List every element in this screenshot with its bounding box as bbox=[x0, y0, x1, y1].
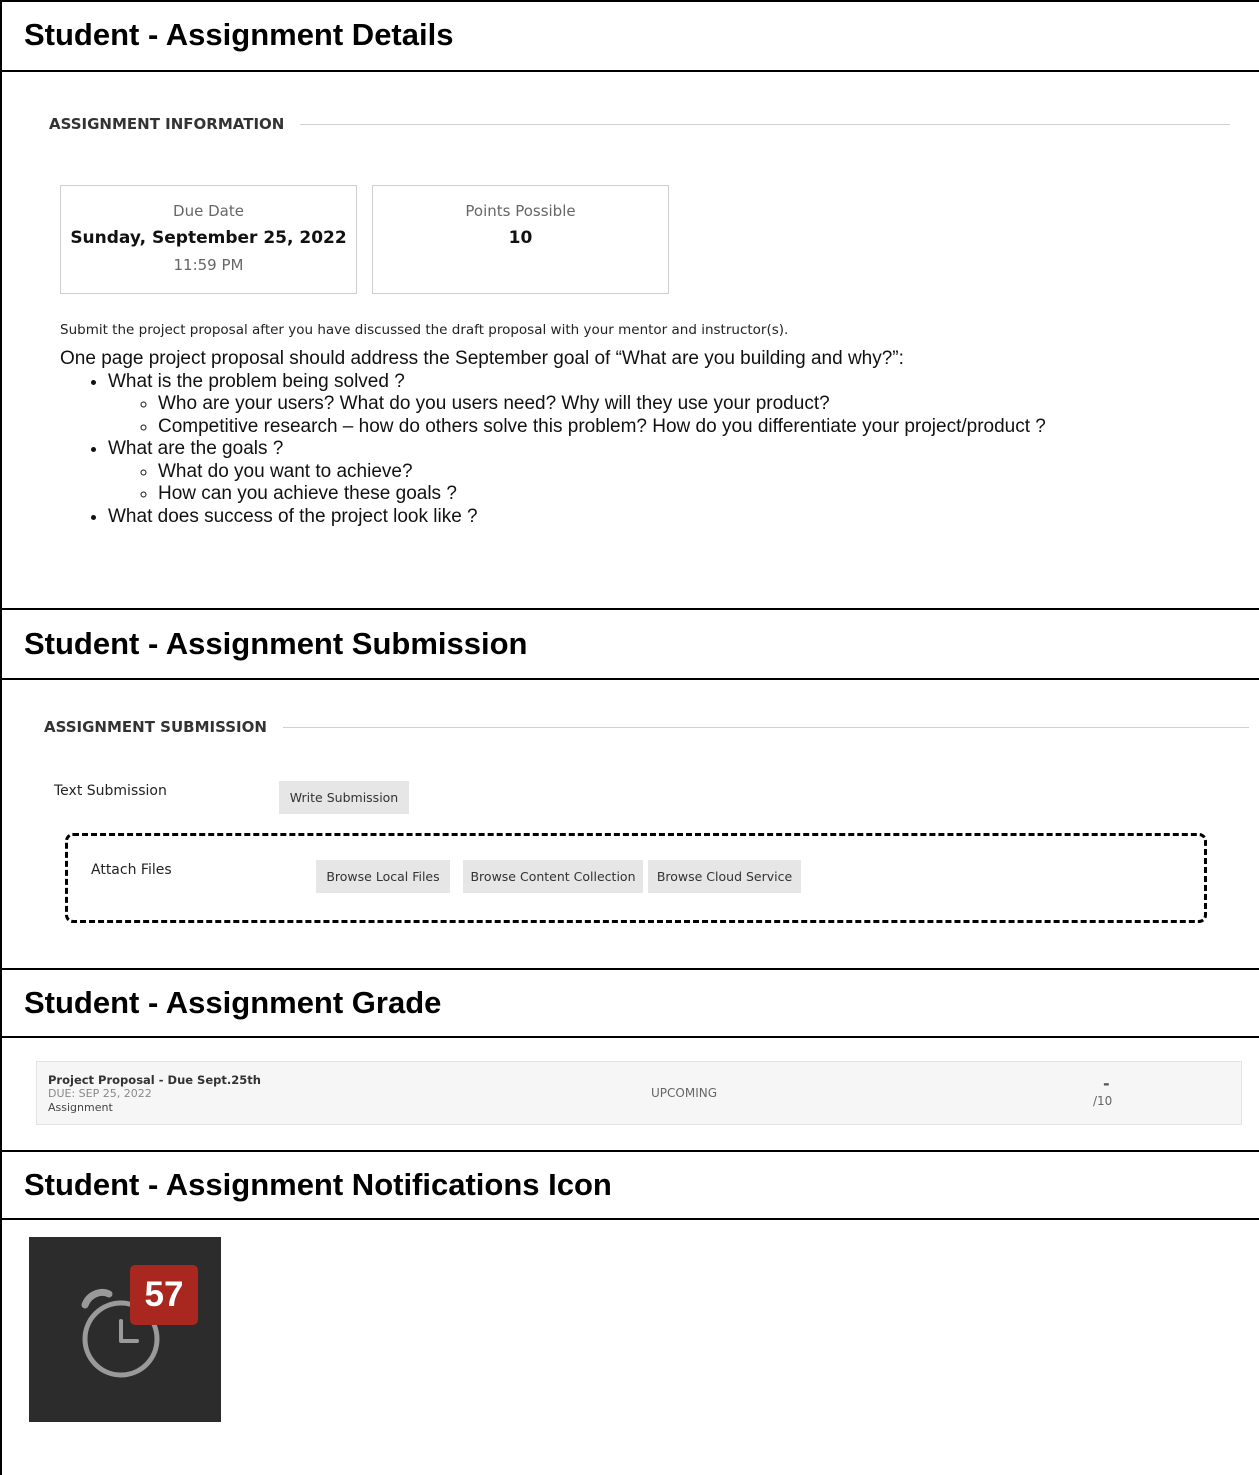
list-item: Competitive research – how do others sol… bbox=[158, 416, 1046, 439]
grade-out-of: /10 bbox=[1093, 1094, 1113, 1108]
assignment-name[interactable]: Project Proposal - Due Sept.25th bbox=[48, 1073, 261, 1087]
points-possible-card: Points Possible 10 bbox=[372, 185, 669, 294]
proposal-bullets: What is the problem being solved ? Who a… bbox=[108, 371, 1046, 529]
write-submission-button[interactable]: Write Submission bbox=[279, 781, 409, 814]
browse-cloud-service-button[interactable]: Browse Cloud Service bbox=[648, 860, 801, 893]
points-value: 10 bbox=[508, 228, 533, 248]
browse-content-collection-button[interactable]: Browse Content Collection bbox=[463, 860, 643, 893]
section-title-grade: Student - Assignment Grade bbox=[0, 968, 1259, 1038]
attach-files-label: Attach Files bbox=[91, 862, 172, 878]
notification-count-badge: 57 bbox=[130, 1265, 198, 1325]
section-title-submission: Student - Assignment Submission bbox=[0, 608, 1259, 680]
heading-rule bbox=[282, 726, 1249, 728]
assignment-due: DUE: SEP 25, 2022 bbox=[48, 1087, 152, 1100]
grade-row[interactable]: Project Proposal - Due Sept.25th DUE: SE… bbox=[36, 1061, 1242, 1125]
assignment-submission-heading: ASSIGNMENT SUBMISSION bbox=[44, 718, 1249, 736]
notifications-tile[interactable]: 57 bbox=[29, 1237, 221, 1422]
grade-score: - bbox=[1103, 1074, 1110, 1093]
grade-status: UPCOMING bbox=[651, 1086, 718, 1100]
points-label: Points Possible bbox=[465, 202, 576, 220]
heading-rule bbox=[300, 123, 1230, 125]
due-date-label: Due Date bbox=[173, 202, 244, 220]
proposal-intro: One page project proposal should address… bbox=[60, 348, 904, 369]
due-time-value: 11:59 PM bbox=[173, 256, 244, 274]
list-item: Who are your users? What do you users ne… bbox=[158, 393, 1046, 416]
instruction-text: Submit the project proposal after you ha… bbox=[60, 322, 789, 338]
list-item-text: What are the goals ? bbox=[108, 438, 284, 459]
proposal-description: One page project proposal should address… bbox=[60, 348, 1046, 528]
text-submission-label: Text Submission bbox=[54, 783, 167, 799]
assignment-submission-heading-text: ASSIGNMENT SUBMISSION bbox=[44, 718, 267, 736]
browse-local-files-button[interactable]: Browse Local Files bbox=[316, 860, 450, 893]
list-item: What do you want to achieve? bbox=[158, 461, 1046, 484]
section-title-details: Student - Assignment Details bbox=[0, 0, 1259, 72]
section-title-notifications: Student - Assignment Notifications Icon bbox=[0, 1150, 1259, 1220]
list-item: How can you achieve these goals ? bbox=[158, 483, 1046, 506]
list-item-text: What is the problem being solved ? bbox=[108, 370, 405, 392]
list-item: What are the goals ? What do you want to… bbox=[108, 438, 1046, 506]
assignment-info-heading: ASSIGNMENT INFORMATION bbox=[49, 115, 1230, 133]
due-date-card: Due Date Sunday, September 25, 2022 11:5… bbox=[60, 185, 357, 294]
list-item: What does success of the project look li… bbox=[108, 506, 1046, 529]
assignment-info-heading-text: ASSIGNMENT INFORMATION bbox=[49, 115, 285, 133]
due-date-value: Sunday, September 25, 2022 bbox=[70, 228, 347, 248]
list-item: What is the problem being solved ? Who a… bbox=[108, 371, 1046, 439]
assignment-type: Assignment bbox=[48, 1101, 113, 1114]
